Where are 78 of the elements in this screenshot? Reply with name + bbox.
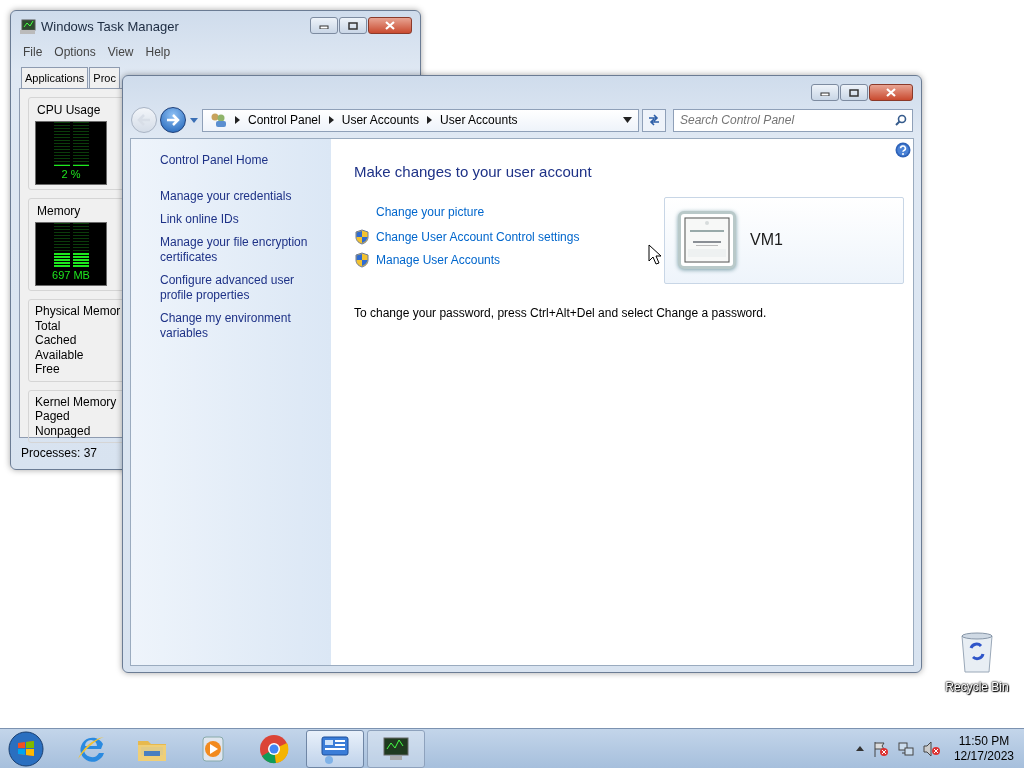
row-label: Cached bbox=[35, 333, 78, 348]
maximize-icon bbox=[849, 88, 859, 97]
sidebar-link[interactable]: Configure advanced user profile properties bbox=[160, 273, 315, 303]
show-hidden-icon[interactable] bbox=[855, 746, 864, 751]
row-label: Nonpaged bbox=[35, 423, 92, 438]
group-label: Kernel Memory bbox=[35, 394, 118, 409]
close-icon bbox=[385, 21, 395, 31]
tab[interactable]: Applications bbox=[21, 67, 89, 89]
users-icon bbox=[209, 112, 227, 128]
breadcrumb-item[interactable]: User Accounts bbox=[341, 111, 420, 129]
taskbar-button[interactable] bbox=[306, 729, 364, 768]
row-label: Available bbox=[35, 347, 85, 362]
windows-logo-icon bbox=[8, 730, 44, 767]
status-text: Processes: 37 bbox=[21, 445, 98, 462]
task-link[interactable]: Change User Account Control settings bbox=[376, 228, 580, 246]
forward-button[interactable] bbox=[160, 107, 186, 133]
start-button[interactable] bbox=[6, 728, 46, 768]
chevron-icon bbox=[235, 116, 240, 124]
sidebar-link[interactable]: Control Panel Home bbox=[160, 153, 315, 168]
refresh-button[interactable] bbox=[642, 108, 666, 132]
cursor-icon bbox=[648, 244, 661, 265]
sidebar-link[interactable]: Manage your file encryption certificates bbox=[160, 235, 315, 265]
task-link[interactable]: Change your picture bbox=[376, 202, 485, 221]
menu-item[interactable]: Options bbox=[49, 42, 101, 62]
password-note: To change your password, press Ctrl+Alt+Del and select Change a password. bbox=[354, 304, 768, 322]
maximize-icon bbox=[348, 21, 358, 30]
search-icon bbox=[895, 113, 907, 126]
refresh-icon bbox=[647, 113, 661, 127]
minimize-icon bbox=[820, 89, 830, 96]
maximize-button[interactable] bbox=[840, 84, 868, 101]
minimize-icon bbox=[319, 22, 329, 29]
sidebar-link[interactable]: Manage your credentials bbox=[160, 189, 315, 204]
menu-item[interactable]: View bbox=[102, 42, 139, 62]
close-button[interactable] bbox=[869, 84, 913, 101]
address-bar[interactable]: Control Panel User Accounts User Accounts bbox=[202, 108, 639, 132]
row-label: Paged bbox=[35, 409, 71, 424]
group-label: CPU Usage bbox=[37, 102, 102, 119]
page-heading: Make changes to your user account bbox=[354, 162, 593, 182]
group-label: Memory bbox=[37, 203, 82, 220]
flag-icon[interactable] bbox=[872, 740, 889, 757]
tab[interactable]: Proc bbox=[89, 67, 120, 89]
row-label: Free bbox=[35, 362, 61, 377]
row-label: Total bbox=[35, 318, 62, 333]
sidebar-link[interactable]: Link online IDs bbox=[160, 212, 315, 227]
window-title: Windows Task Manager bbox=[41, 18, 179, 36]
menu-item[interactable]: File bbox=[18, 42, 48, 62]
recycle-bin-icon[interactable] bbox=[959, 632, 995, 674]
shield-icon bbox=[354, 229, 370, 245]
task-link[interactable]: Manage User Accounts bbox=[376, 251, 501, 269]
group-label: Physical Memor bbox=[35, 304, 122, 319]
close-icon bbox=[886, 88, 896, 97]
close-button[interactable] bbox=[368, 17, 412, 35]
search-field[interactable]: Search Control Panel bbox=[673, 108, 913, 132]
meter-reading: 697 MB bbox=[52, 267, 90, 283]
menu-item[interactable]: Help bbox=[140, 42, 176, 62]
minimize-button[interactable] bbox=[811, 84, 839, 101]
dropdown-arrow-icon[interactable] bbox=[623, 117, 632, 123]
breadcrumb-item[interactable]: Control Panel bbox=[248, 111, 321, 129]
network-icon[interactable] bbox=[897, 740, 914, 757]
account-name: VM1 bbox=[750, 230, 783, 250]
help-icon[interactable] bbox=[895, 142, 911, 158]
browser-ball-icon bbox=[258, 732, 290, 765]
clock-time: 11:50 PM bbox=[958, 733, 1010, 749]
maximize-button[interactable] bbox=[339, 17, 367, 35]
taskbar-button[interactable] bbox=[367, 729, 425, 768]
breadcrumb-item[interactable]: User Accounts bbox=[440, 111, 518, 129]
clock[interactable]: 11:50 PM 12/17/2023 bbox=[953, 733, 1014, 764]
sidebar-link[interactable]: Change my environment variables bbox=[160, 311, 315, 341]
shield-icon bbox=[354, 252, 370, 268]
speaker-icon[interactable] bbox=[922, 740, 941, 757]
desktop-icon-label[interactable]: Recycle Bin bbox=[945, 678, 1009, 696]
meter-reading: 2 % bbox=[61, 166, 81, 182]
minimize-button[interactable] bbox=[310, 17, 338, 35]
chevron-icon bbox=[328, 116, 334, 124]
chevron-icon bbox=[427, 116, 433, 124]
monitor-icon bbox=[19, 18, 37, 35]
forward-icon bbox=[166, 114, 180, 126]
clock-date: 12/17/2023 bbox=[953, 748, 1014, 764]
